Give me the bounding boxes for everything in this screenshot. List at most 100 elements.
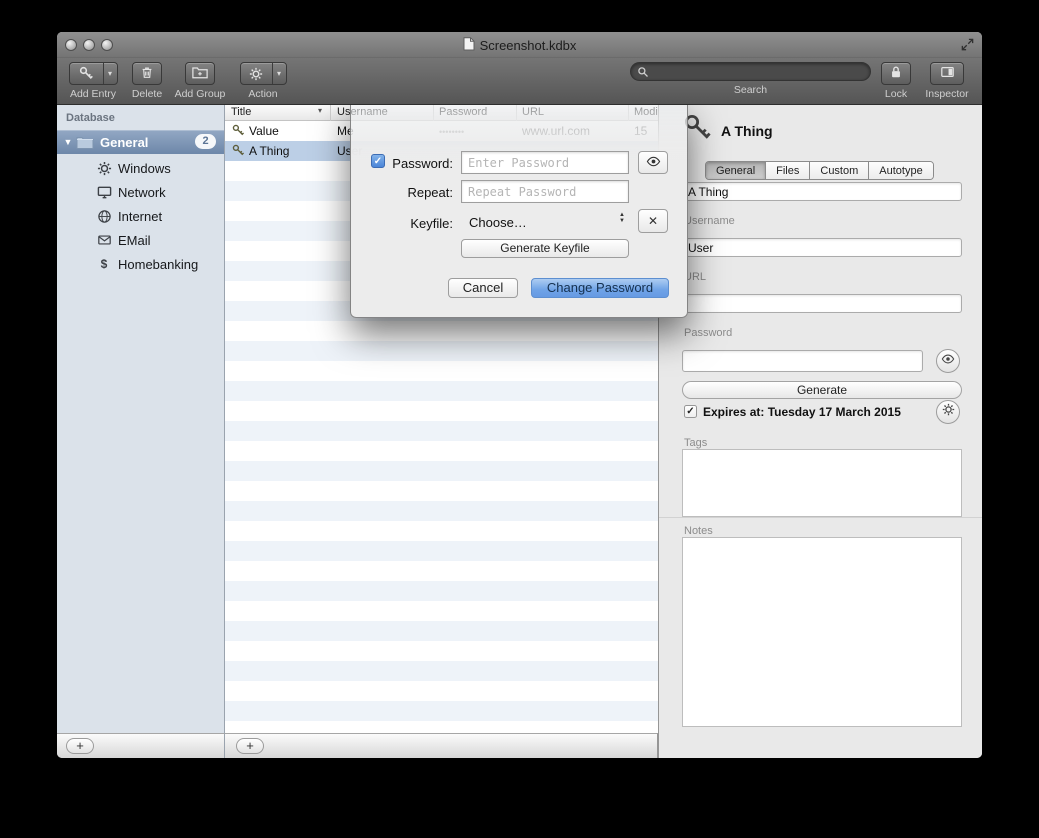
gear-icon bbox=[942, 403, 955, 421]
sidebar-section-header: Database bbox=[66, 112, 115, 124]
sheet-repeat-label: Repeat: bbox=[351, 185, 453, 200]
dollar-icon: $ bbox=[96, 256, 112, 272]
reveal-password-button[interactable] bbox=[936, 349, 960, 373]
tab-general[interactable]: General bbox=[706, 162, 766, 179]
trash-icon bbox=[140, 65, 154, 83]
eye-icon bbox=[941, 352, 955, 371]
title-bar: Screenshot.kdbx bbox=[57, 32, 982, 58]
search-icon bbox=[637, 66, 649, 78]
inspector-panel: A Thing General Files Custom Autotype Us… bbox=[658, 105, 982, 758]
delete-label: Delete bbox=[132, 88, 162, 100]
action-dropdown-arrow-icon[interactable]: ▾ bbox=[272, 63, 286, 84]
toolbar-item-search: Search bbox=[630, 62, 871, 96]
document-icon bbox=[463, 37, 475, 54]
add-group-label: Add Group bbox=[175, 88, 226, 100]
gear-icon bbox=[241, 63, 272, 84]
clear-keyfile-button[interactable]: ✕ bbox=[638, 209, 668, 233]
gear-icon bbox=[96, 160, 112, 176]
sidebar-item-network[interactable]: Network bbox=[57, 180, 224, 204]
toolbar-item-add-group: Add Group bbox=[169, 62, 231, 100]
sidebar-item-label: Network bbox=[118, 185, 166, 200]
tab-custom[interactable]: Custom bbox=[810, 162, 869, 179]
show-password-button[interactable] bbox=[638, 151, 668, 174]
tags-textarea[interactable] bbox=[682, 449, 962, 517]
column-divider[interactable] bbox=[330, 105, 331, 121]
sidebar-item-internet[interactable]: Internet bbox=[57, 204, 224, 228]
add-entry-button[interactable]: ▾ bbox=[69, 62, 118, 85]
disclosure-triangle-icon[interactable]: ▼ bbox=[60, 137, 76, 147]
group-entry-count-badge: 2 bbox=[195, 134, 216, 149]
sheet-keyfile-label: Keyfile: bbox=[351, 216, 453, 231]
entry-list-bottom-bar: + bbox=[225, 733, 658, 758]
add-group-plus-button[interactable]: + bbox=[66, 738, 94, 754]
cell-title: A Thing bbox=[249, 144, 289, 158]
key-icon bbox=[232, 144, 245, 160]
change-password-sheet: ✓ Password: Repeat: Keyfile: Choose… ▲▼ … bbox=[350, 102, 688, 318]
tab-autotype[interactable]: Autotype bbox=[869, 162, 932, 179]
sidebar-bottom-bar: + bbox=[57, 733, 225, 758]
column-header-title[interactable]: Title bbox=[231, 106, 251, 118]
expires-options-button[interactable] bbox=[936, 400, 960, 424]
cancel-button[interactable]: Cancel bbox=[448, 278, 518, 298]
sort-indicator-icon: ▾ bbox=[318, 106, 322, 115]
username-field[interactable] bbox=[682, 238, 962, 257]
add-entry-label: Add Entry bbox=[70, 88, 116, 100]
inspector-tabs: General Files Custom Autotype bbox=[705, 161, 934, 180]
username-label: Username bbox=[684, 215, 735, 227]
lock-button[interactable] bbox=[881, 62, 911, 85]
inspector-label: Inspector bbox=[925, 88, 968, 100]
fullscreen-icon[interactable] bbox=[960, 37, 975, 57]
repeat-password-input[interactable] bbox=[461, 180, 629, 203]
sheet-password-label: Password: bbox=[351, 156, 453, 171]
key-icon bbox=[232, 124, 245, 140]
url-field[interactable] bbox=[682, 294, 962, 313]
toolbar-item-lock: Lock bbox=[876, 62, 916, 100]
search-label: Search bbox=[734, 84, 767, 96]
search-input[interactable] bbox=[653, 65, 864, 79]
app-window: Screenshot.kdbx ▾ Add Entry Delete bbox=[57, 32, 982, 758]
action-button[interactable]: ▾ bbox=[240, 62, 287, 85]
tags-label: Tags bbox=[684, 437, 707, 449]
keyfile-popup[interactable]: Choose… bbox=[469, 215, 527, 230]
inspector-toggle-button[interactable] bbox=[930, 62, 964, 85]
search-field[interactable] bbox=[630, 62, 871, 81]
group-label: General bbox=[100, 135, 148, 150]
sidebar-item-email[interactable]: EMail bbox=[57, 228, 224, 252]
folder-icon bbox=[76, 135, 94, 149]
add-entry-dropdown-arrow-icon[interactable]: ▾ bbox=[103, 63, 117, 84]
sidebar-item-label: EMail bbox=[118, 233, 151, 248]
sidebar-item-label: Homebanking bbox=[118, 257, 198, 272]
popup-stepper-icon[interactable]: ▲▼ bbox=[619, 212, 625, 224]
expires-checkbox[interactable]: ✓ bbox=[684, 405, 697, 418]
tab-files[interactable]: Files bbox=[766, 162, 810, 179]
notes-textarea[interactable] bbox=[682, 537, 962, 727]
globe-icon bbox=[96, 208, 112, 224]
add-entry-key-icon bbox=[70, 63, 103, 84]
sidebar-item-windows[interactable]: Windows bbox=[57, 156, 224, 180]
password-label: Password bbox=[684, 327, 732, 339]
monitor-icon bbox=[96, 184, 112, 200]
lock-label: Lock bbox=[885, 88, 907, 100]
cell-title: Value bbox=[249, 124, 279, 138]
title-field[interactable] bbox=[682, 182, 962, 201]
window-title: Screenshot.kdbx bbox=[480, 38, 577, 53]
toolbar-item-inspector: Inspector bbox=[919, 62, 975, 100]
sidebar-item-label: Internet bbox=[118, 209, 162, 224]
change-password-button[interactable]: Change Password bbox=[531, 278, 669, 298]
generate-keyfile-button[interactable]: Generate Keyfile bbox=[461, 239, 629, 258]
enter-password-input[interactable] bbox=[461, 151, 629, 174]
add-group-button[interactable] bbox=[185, 62, 215, 85]
group-sidebar: Database ▼ General 2 Windows Network bbox=[57, 105, 225, 733]
generate-password-button[interactable]: Generate bbox=[682, 381, 962, 399]
toolbar-item-action: ▾ Action bbox=[235, 62, 291, 100]
delete-button[interactable] bbox=[132, 62, 162, 85]
password-field[interactable] bbox=[682, 350, 923, 372]
toolbar-item-delete: Delete bbox=[125, 62, 169, 100]
lock-icon bbox=[889, 65, 903, 82]
inspector-entry-title: A Thing bbox=[721, 123, 773, 139]
sidebar-item-homebanking[interactable]: $ Homebanking bbox=[57, 252, 224, 276]
toolbar-item-add-entry: ▾ Add Entry bbox=[63, 62, 123, 100]
expires-label: Expires at: Tuesday 17 March 2015 bbox=[703, 405, 901, 419]
add-entry-plus-button[interactable]: + bbox=[236, 738, 264, 754]
inspector-panel-icon bbox=[940, 65, 955, 82]
